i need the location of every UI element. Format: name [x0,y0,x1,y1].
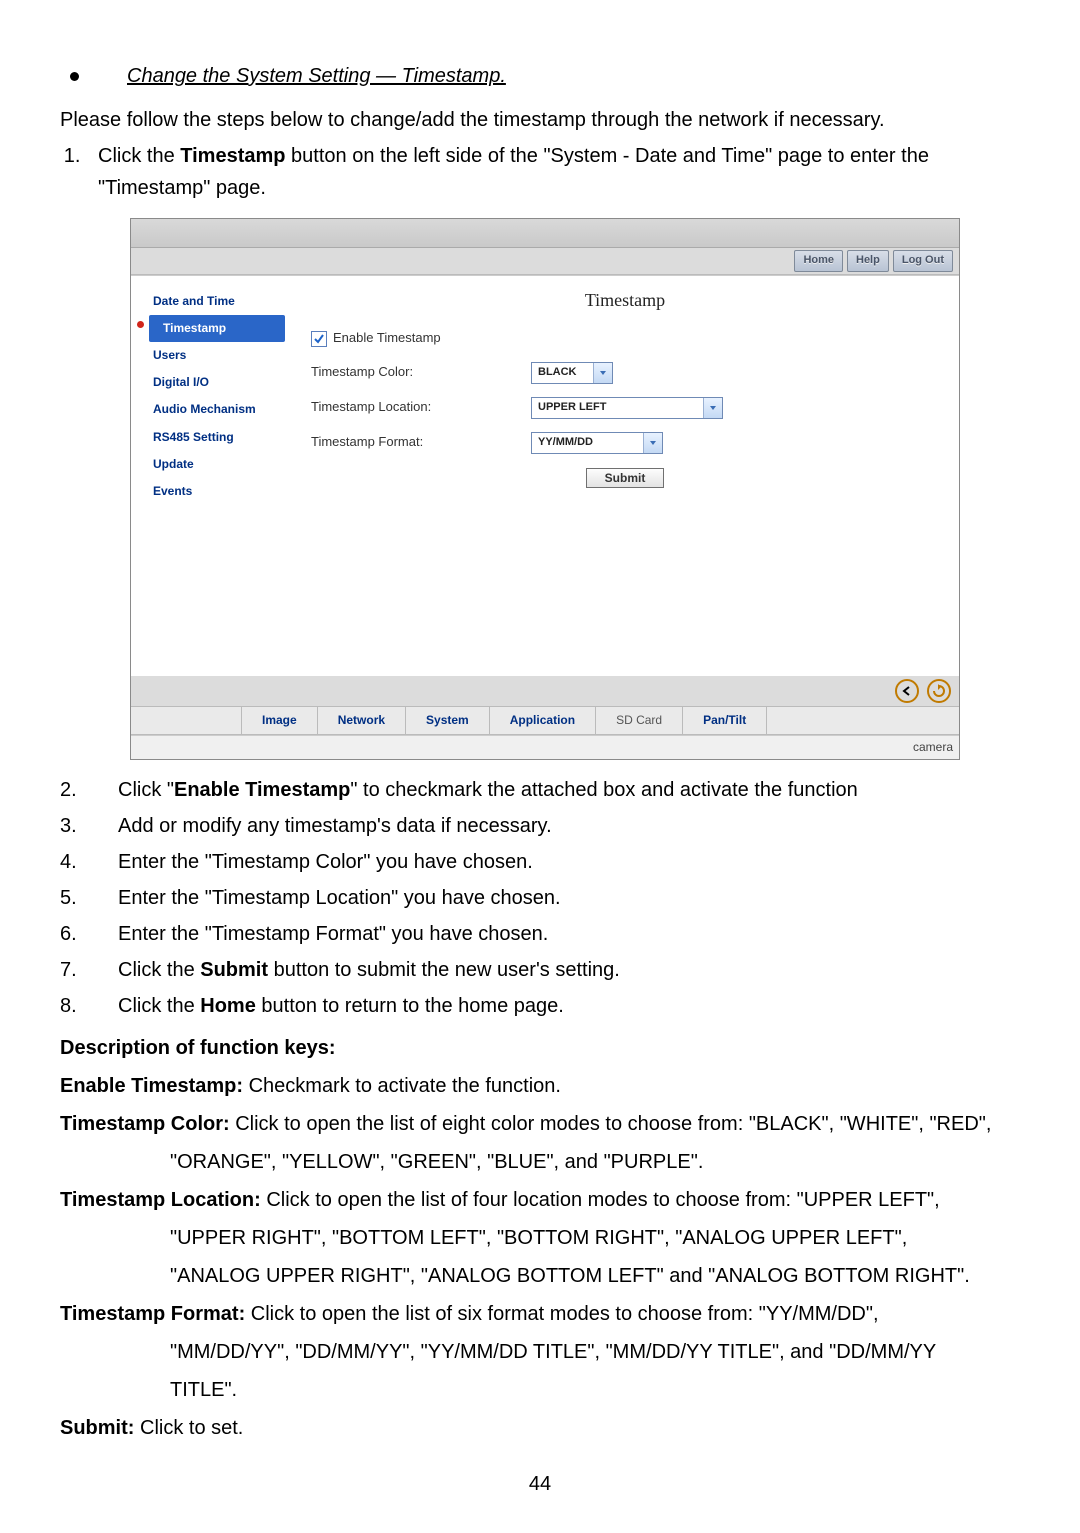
step-num-6: 6. [60,918,90,950]
format-select-value: YY/MM/DD [532,434,643,452]
func-format-3: TITLE". [170,1374,1020,1406]
location-label: Timestamp Location: [311,397,511,418]
sidebar-item-update[interactable]: Update [149,451,285,478]
func-location: Timestamp Location: Click to open the li… [60,1184,1020,1216]
timestamp-form: Enable Timestamp Timestamp Color: BLACK … [291,328,959,453]
step-num-4: 4. [60,846,90,878]
footer-camera-label: camera [131,735,959,759]
intro-text: Please follow the steps below to change/… [60,104,1020,136]
step-4: Enter the "Timestamp Color" you have cho… [90,846,1020,878]
section-heading-row: Change the System Setting — Timestamp. [60,60,1020,92]
ui-screenshot: Home Help Log Out Date and Time Timestam… [130,218,960,760]
func-location-3: "ANALOG UPPER RIGHT", "ANALOG BOTTOM LEF… [170,1260,1020,1292]
location-select-value: UPPER LEFT [532,399,703,417]
sidebar: Date and Time Timestamp Users Digital I/… [131,276,291,676]
tab-application[interactable]: Application [490,707,596,734]
func-color: Timestamp Color: Click to open the list … [60,1108,1020,1140]
location-select[interactable]: UPPER LEFT [531,397,723,419]
tab-sdcard[interactable]: SD Card [596,707,683,734]
step-6: Enter the "Timestamp Format" you have ch… [90,918,1020,950]
tab-system[interactable]: System [406,707,490,734]
tab-pantilt[interactable]: Pan/Tilt [683,707,767,734]
step-1-list: Click the Timestamp button on the left s… [60,140,1020,204]
enable-timestamp-label: Enable Timestamp [333,328,441,349]
window-titlebar [131,219,959,248]
sidebar-item-events[interactable]: Events [149,478,285,505]
bullet-icon [70,72,79,81]
function-keys-heading: Description of function keys: [60,1032,1020,1064]
submit-button[interactable]: Submit [586,468,665,488]
chevron-down-icon [703,398,722,418]
chevron-down-icon [593,363,612,383]
func-color-2: "ORANGE", "YELLOW", "GREEN", "BLUE", and… [170,1146,1020,1178]
bottom-tabs: Image Network System Application SD Card… [131,706,959,735]
tab-image[interactable]: Image [242,707,318,734]
logout-button[interactable]: Log Out [893,250,953,272]
func-location-2: "UPPER RIGHT", "BOTTOM LEFT", "BOTTOM RI… [170,1222,1020,1254]
bottom-iconbar [131,676,959,706]
top-nav: Home Help Log Out [131,248,959,275]
step-1: Click the Timestamp button on the left s… [86,140,1020,204]
step-num-7: 7. [60,954,90,986]
page-number: 44 [60,1468,1020,1500]
step-2: Click "Enable Timestamp" to checkmark th… [90,774,1020,806]
func-format: Timestamp Format: Click to open the list… [60,1298,1020,1330]
step-5: Enter the "Timestamp Location" you have … [90,882,1020,914]
refresh-icon[interactable] [927,679,951,703]
step-1-bold: Timestamp [180,145,285,167]
document-page: Change the System Setting — Timestamp. P… [0,0,1080,1520]
step-7: Click the Submit button to submit the ne… [90,954,1020,986]
steps-list: 2. Click "Enable Timestamp" to checkmark… [60,774,1020,1022]
func-enable: Enable Timestamp: Checkmark to activate … [60,1070,1020,1102]
step-num-5: 5. [60,882,90,914]
sidebar-item-users[interactable]: Users [149,342,285,369]
func-format-2: "MM/DD/YY", "DD/MM/YY", "YY/MM/DD TITLE"… [170,1336,1020,1368]
color-select[interactable]: BLACK [531,362,613,384]
step-num-2: 2. [60,774,90,806]
color-select-value: BLACK [532,364,593,382]
func-submit: Submit: Click to set. [60,1412,1020,1444]
enable-timestamp-checkbox[interactable] [311,331,327,347]
sidebar-item-digital-io[interactable]: Digital I/O [149,369,285,396]
step-1-prefix: Click the [98,145,180,167]
format-select[interactable]: YY/MM/DD [531,432,663,454]
format-label: Timestamp Format: [311,432,511,453]
color-label: Timestamp Color: [311,362,511,383]
step-num-8: 8. [60,990,90,1022]
home-button[interactable]: Home [794,250,843,272]
pane-title: Timestamp [291,276,959,329]
section-heading: Change the System Setting — Timestamp. [127,60,506,92]
chevron-down-icon [643,433,662,453]
sidebar-item-date-time[interactable]: Date and Time [149,288,285,315]
back-icon[interactable] [895,679,919,703]
step-8: Click the Home button to return to the h… [90,990,1020,1022]
step-num-3: 3. [60,810,90,842]
sidebar-item-rs485[interactable]: RS485 Setting [149,424,285,451]
main-pane: Timestamp Enable Timestamp Timestamp Col… [291,276,959,676]
sidebar-item-timestamp[interactable]: Timestamp [149,315,285,342]
tab-network[interactable]: Network [318,707,406,734]
help-button[interactable]: Help [847,250,889,272]
sidebar-item-audio[interactable]: Audio Mechanism [149,396,285,423]
checkmark-icon [313,333,325,345]
step-3: Add or modify any timestamp's data if ne… [90,810,1020,842]
